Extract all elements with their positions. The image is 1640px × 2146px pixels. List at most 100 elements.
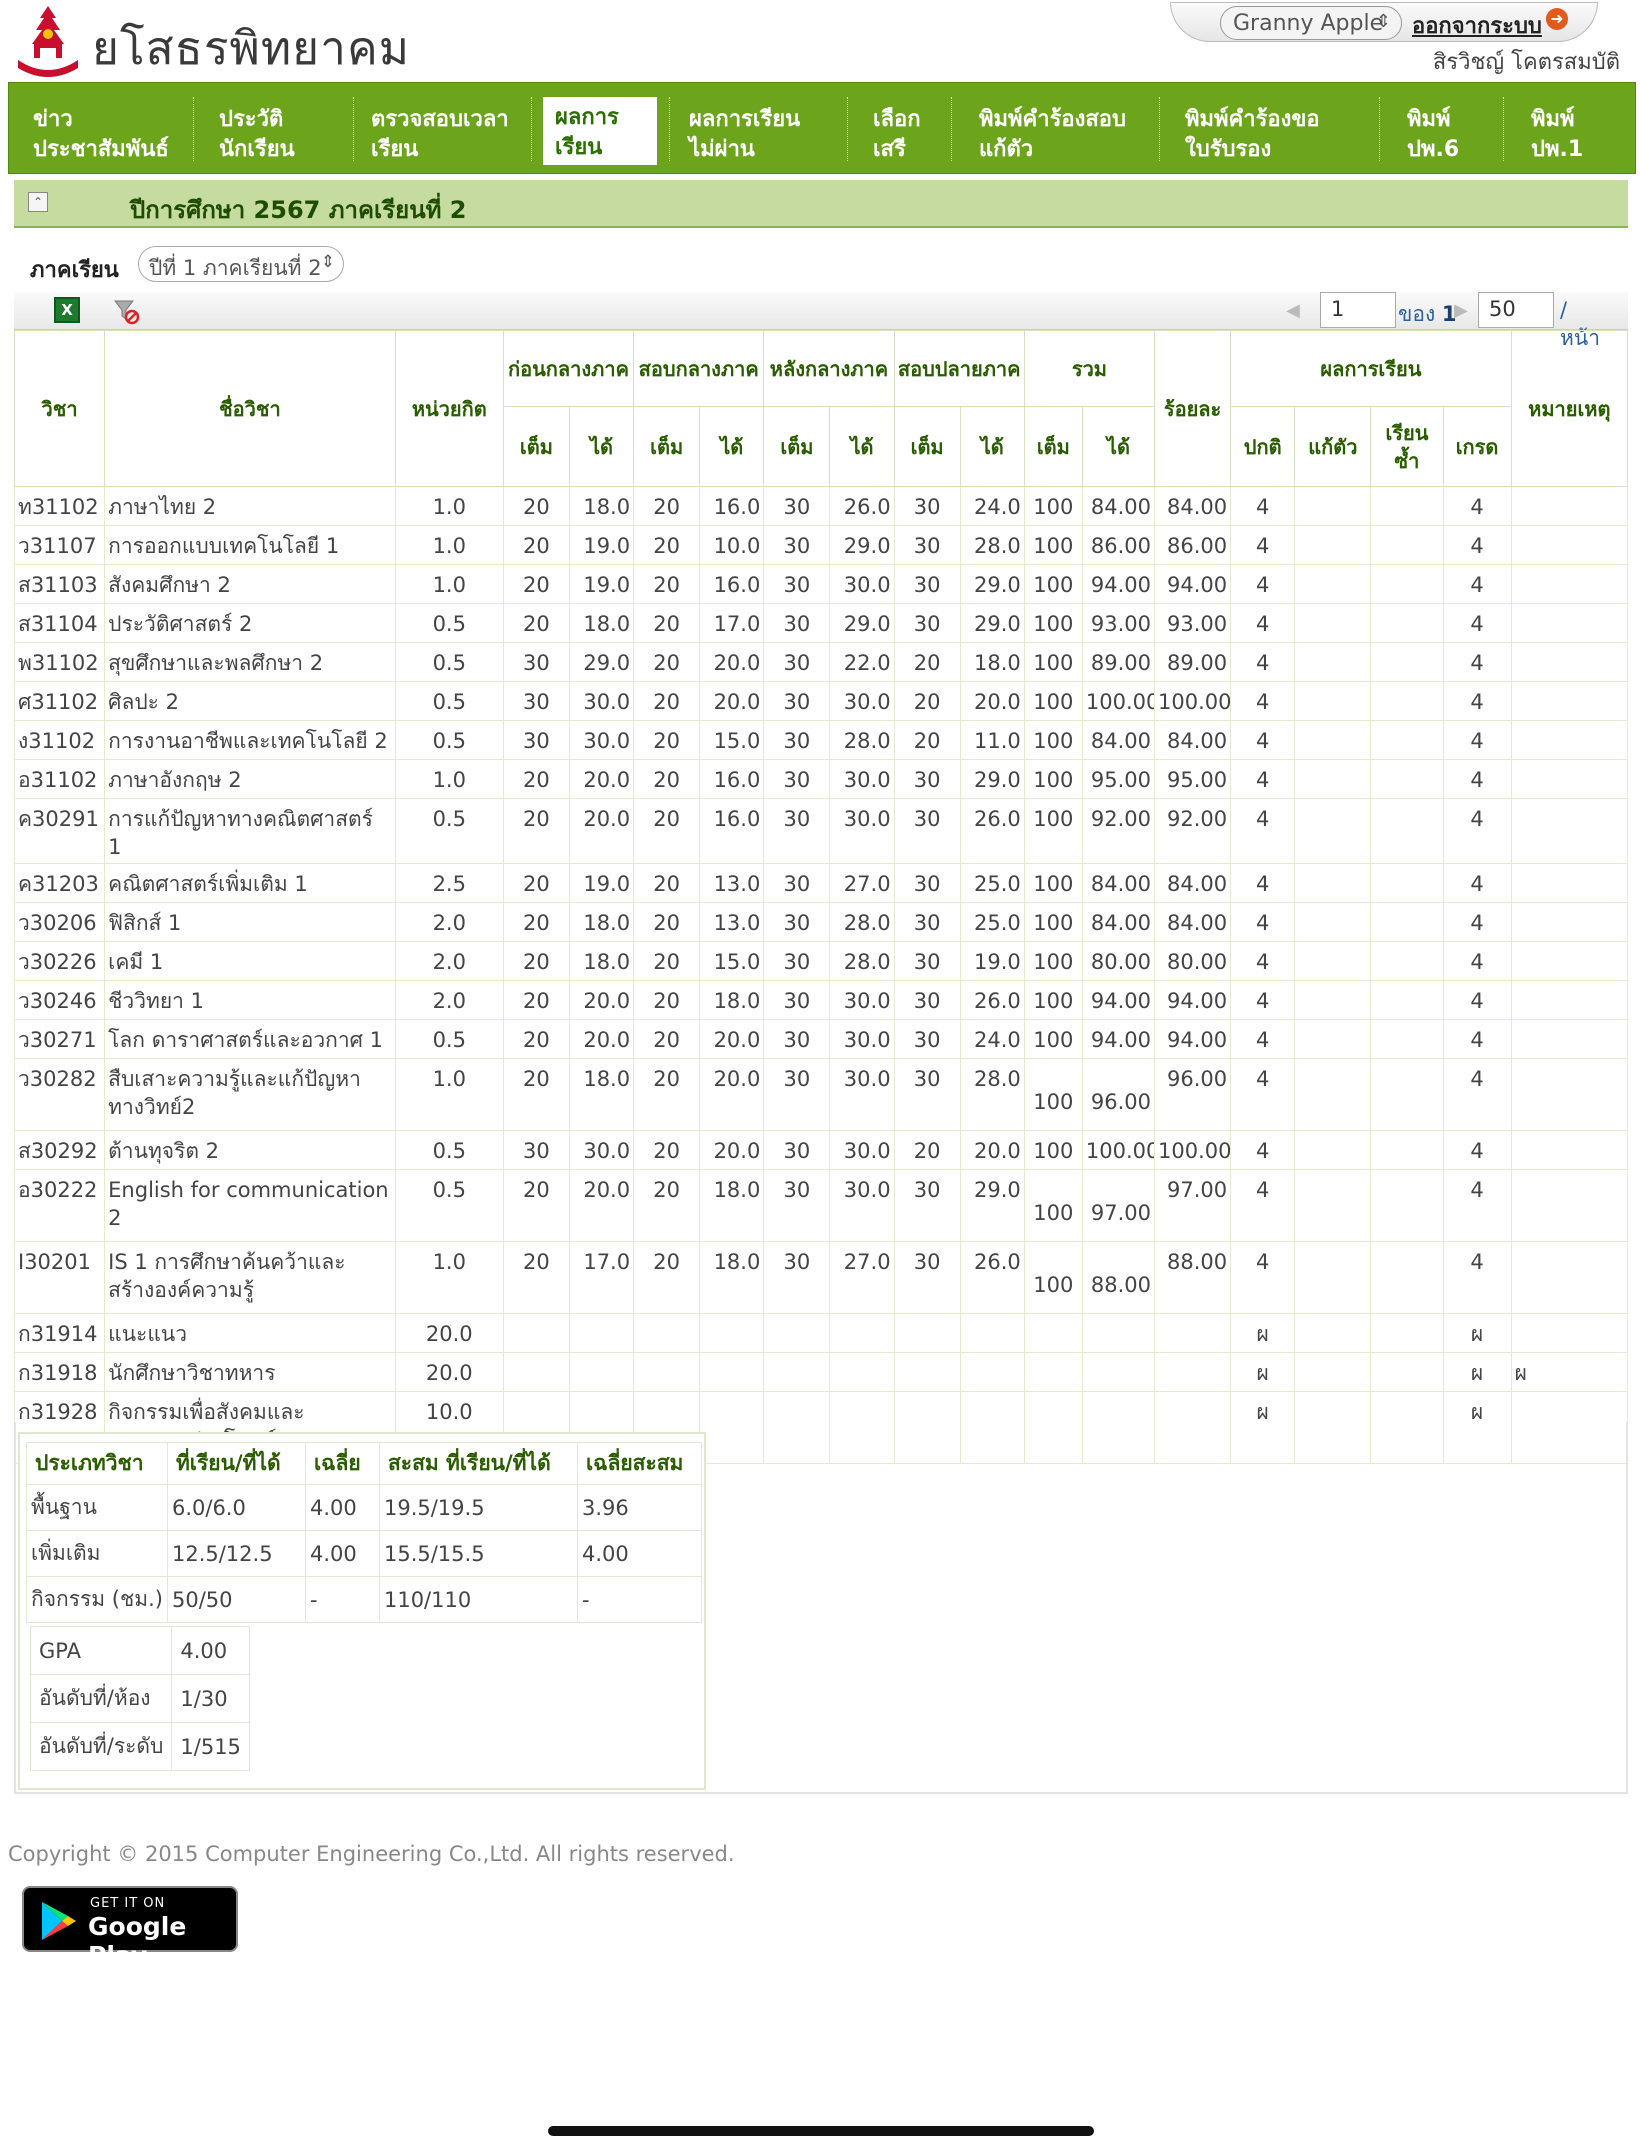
- col-header-credit[interactable]: หน่วยกิต: [394, 330, 504, 487]
- credit: 0.5: [394, 720, 504, 760]
- summary-cell: 19.5/19.5: [378, 1484, 578, 1531]
- pre-mid-got: 18.0: [568, 902, 635, 942]
- nav-item-retest-request[interactable]: พิมพ์คำร้องสอบ แก้ตัว: [979, 83, 1159, 175]
- nav-label-2: เรียน: [371, 137, 419, 162]
- table-row[interactable]: พ31102 สุขศึกษาและพลศึกษา 2 0.5 30 29.0 20 20.…: [13, 642, 1629, 682]
- nav-item-print-pp1[interactable]: พิมพ์ ปพ.1: [1531, 83, 1611, 175]
- nav-item-news[interactable]: ข่าว ประชาสัมพันธ์: [33, 83, 183, 175]
- nav-item-print-pp6[interactable]: พิมพ์ ปพ.6: [1407, 83, 1487, 175]
- col-header-repeat[interactable]: เรียนซ้ำ: [1370, 406, 1444, 487]
- result-retake: [1294, 486, 1372, 526]
- pre-mid-full: [502, 1313, 570, 1353]
- table-row[interactable]: ท31102 ภาษาไทย 2 1.0 20 18.0 20 16.0 30 26.0 30 24…: [13, 486, 1629, 526]
- col-header-got[interactable]: ได้: [699, 406, 765, 487]
- table-row[interactable]: อ31102 ภาษาอังกฤษ 2 1.0 20 20.0 20 16.0 30 30.0 3…: [13, 759, 1629, 799]
- nav-item-electives[interactable]: เลือก เสรี: [873, 83, 953, 175]
- table-row[interactable]: ว30271 โลก ดาราศาสตร์และอวกาศ 1 0.5 20 20.0 2…: [13, 1019, 1629, 1059]
- table-row[interactable]: อ30222 English for communication 2 0.5 20 20…: [13, 1169, 1629, 1242]
- col-header-got[interactable]: ได้: [959, 406, 1025, 487]
- total-full: 100: [1023, 564, 1083, 604]
- table-row[interactable]: ค31203 คณิตศาสตร์เพิ่มเติม 1 2.5 20 19.0 20 13…: [13, 863, 1629, 903]
- pre-mid-full: 20: [502, 863, 570, 903]
- result-retake: [1294, 980, 1372, 1020]
- nav-item-attendance[interactable]: ตรวจสอบเวลา เรียน: [371, 83, 531, 175]
- final-got: 25.0: [959, 902, 1025, 942]
- nav-item-certificate-request[interactable]: พิมพ์คำร้องขอ ใบรับรอง: [1185, 83, 1365, 175]
- nav-divider: [1503, 97, 1504, 161]
- col-header-normal[interactable]: ปกติ: [1230, 406, 1296, 487]
- table-row[interactable]: ง31102 การงานอาชีพและเทคโนโลยี 2 0.5 30 30.0…: [13, 720, 1629, 760]
- table-row[interactable]: ศ31102 ศิลปะ 2 0.5 30 30.0 20 20.0 30 30.0 20 20.0…: [13, 681, 1629, 721]
- grade: 4: [1442, 564, 1512, 604]
- prev-page-icon[interactable]: ◀: [1286, 300, 1300, 321]
- next-page-icon[interactable]: ▶: [1454, 300, 1468, 321]
- table-row[interactable]: ว31107 การออกแบบเทคโนโลยี 1 1.0 20 19.0 20 10.…: [13, 525, 1629, 565]
- table-row[interactable]: ก31918 นักศึกษาวิชาทหาร 20.0 ผผผ: [13, 1352, 1629, 1392]
- final-got: 26.0: [959, 980, 1025, 1020]
- post-mid-got: [829, 1352, 895, 1392]
- summary-header: เฉลี่ยสะสม: [576, 1442, 702, 1485]
- post-mid-full: [763, 1313, 831, 1353]
- table-row[interactable]: ก31914 แนะแนว 20.0 ผ ผ: [13, 1313, 1629, 1353]
- col-header-full[interactable]: เต็ม: [763, 406, 831, 487]
- remark: [1510, 1241, 1629, 1314]
- summary-cell: 4.00: [304, 1530, 380, 1577]
- collapse-icon[interactable]: ⌃: [28, 192, 48, 212]
- page-number-input[interactable]: 1: [1320, 292, 1396, 328]
- mid-got: 15.0: [699, 941, 765, 981]
- table-row[interactable]: I30201 IS 1 การศึกษาค้นคว้าและสร้างองค์คว…: [13, 1241, 1629, 1314]
- col-header-grade[interactable]: เกรด: [1442, 406, 1512, 487]
- logout-link[interactable]: ออกจากระบบ ➜: [1412, 8, 1568, 43]
- term-label: ภาคเรียน: [30, 258, 119, 283]
- page-size-input[interactable]: 50: [1478, 292, 1554, 328]
- pre-mid-full: [502, 1352, 570, 1392]
- subject-code: ค30291: [13, 798, 106, 864]
- table-row[interactable]: ว30246 ชีววิทยา 1 2.0 20 20.0 20 18.0 30 30.0 30 2…: [13, 980, 1629, 1020]
- table-row[interactable]: ว30282 สืบเสาะความรู้และแก้ปัญหาทางวิทย์2…: [13, 1058, 1629, 1131]
- nav-divider: [669, 97, 670, 161]
- col-header-full[interactable]: เต็ม: [1023, 406, 1083, 487]
- percent: 84.00: [1154, 902, 1232, 942]
- col-header-full[interactable]: เต็ม: [502, 406, 570, 487]
- col-header-retake[interactable]: แก้ตัว: [1294, 406, 1372, 487]
- col-header-percent[interactable]: ร้อยละ: [1154, 330, 1232, 487]
- credit: 0.5: [394, 642, 504, 682]
- nav-label-1: พิมพ์คำร้องสอบ: [979, 107, 1126, 132]
- nav-item-failed-results[interactable]: ผลการเรียน ไม่ผ่าน: [689, 83, 839, 175]
- total-full: 100: [1023, 1241, 1083, 1314]
- col-header-full[interactable]: เต็ม: [893, 406, 961, 487]
- table-row[interactable]: ส31104 ประวัติศาสตร์ 2 0.5 20 18.0 20 17.0 30 29…: [13, 603, 1629, 643]
- profile-select[interactable]: Granny Apple ⇕: [1220, 6, 1402, 40]
- nav-item-grades[interactable]: ผลการ เรียน: [543, 97, 657, 171]
- col-header-got[interactable]: ได้: [1081, 406, 1156, 487]
- excel-export-icon[interactable]: X: [54, 297, 80, 323]
- table-row[interactable]: ค30291 การแก้ปัญหาทางคณิตศาสตร์ 1 0.5 20 20.…: [13, 798, 1629, 864]
- col-header-remark[interactable]: หมายเหตุ: [1510, 330, 1629, 487]
- table-row[interactable]: ส30292 ต้านทุจริต 2 0.5 30 30.0 20 20.0 30 30.0 2…: [13, 1130, 1629, 1170]
- credit: 2.0: [394, 902, 504, 942]
- result-retake: [1294, 863, 1372, 903]
- subject-code: ท31102: [13, 486, 106, 526]
- col-header-code[interactable]: วิชา: [13, 330, 106, 487]
- col-header-got[interactable]: ได้: [568, 406, 635, 487]
- col-header-full[interactable]: เต็ม: [633, 406, 701, 487]
- mid-full: 20: [633, 642, 701, 682]
- table-row[interactable]: ว30206 ฟิสิกส์ 1 2.0 20 18.0 20 13.0 30 28.0 30 25…: [13, 902, 1629, 942]
- pre-mid-got: 20.0: [568, 1019, 635, 1059]
- nav-item-student-profile[interactable]: ประวัติ นักเรียน: [219, 83, 349, 175]
- credit: 1.0: [394, 759, 504, 799]
- final-full: 30: [893, 798, 961, 864]
- mid-full: 20: [633, 759, 701, 799]
- percent: 93.00: [1154, 603, 1232, 643]
- clear-filter-icon[interactable]: [112, 297, 140, 325]
- table-row[interactable]: ว30226 เคมี 1 2.0 20 18.0 20 15.0 30 28.0 30 19.0 1…: [13, 941, 1629, 981]
- remark: [1510, 720, 1629, 760]
- col-header-name[interactable]: ชื่อวิชา: [104, 330, 396, 487]
- table-row[interactable]: ส31103 สังคมศึกษา 2 1.0 20 19.0 20 16.0 30 30.0 3…: [13, 564, 1629, 604]
- total-full: [1023, 1313, 1083, 1353]
- google-play-badge[interactable]: GET IT ON Google Play: [22, 1886, 238, 1970]
- term-select[interactable]: ปีที่ 1 ภาคเรียนที่ 2 ⇕: [138, 246, 344, 282]
- result-retake: [1294, 1058, 1372, 1131]
- col-header-got[interactable]: ได้: [829, 406, 895, 487]
- credit: 20.0: [394, 1313, 504, 1353]
